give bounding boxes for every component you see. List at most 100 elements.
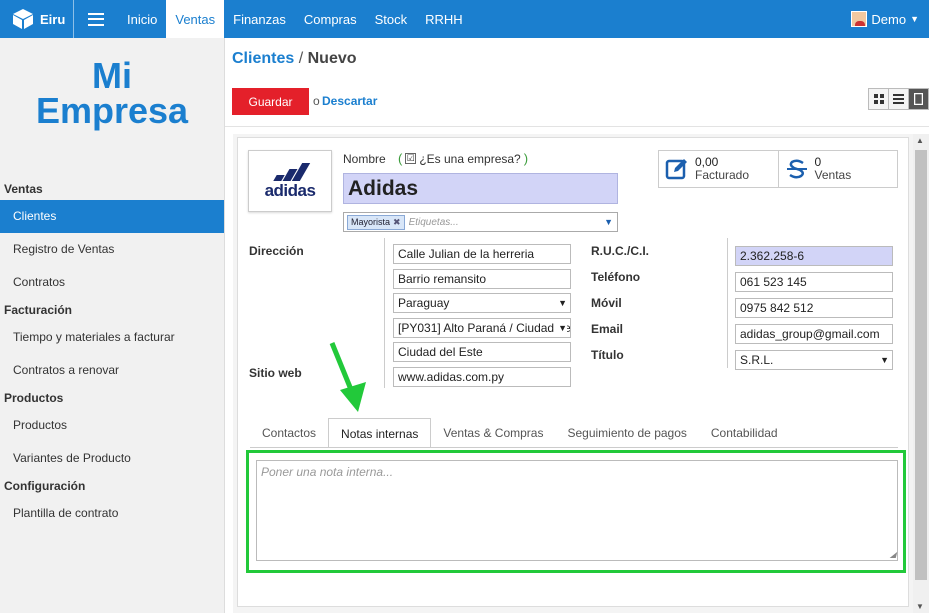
main-content: Clientes / Nuevo Guardar o Descartar adi… xyxy=(225,38,929,613)
sales-label: Ventas xyxy=(814,168,852,182)
tab-seguimiento-pagos[interactable]: Seguimiento de pagos xyxy=(555,418,698,448)
sidebar-section-configuracion: Configuración xyxy=(4,479,86,493)
form-sheet-area: adidas Nombre ( ☑ ¿Es una empresa? ) Adi… xyxy=(233,134,929,613)
paren-open: ( xyxy=(398,151,403,166)
top-navbar: Eiru Inicio Ventas Finanzas Compras Stoc… xyxy=(0,0,929,38)
state-value: [PY031] Alto Paraná / Ciudad del Este xyxy=(398,321,570,335)
invoiced-button[interactable]: 0,00 Facturado xyxy=(659,151,778,187)
sidebar: Mi Empresa Ventas Clientes Registro de V… xyxy=(0,38,225,613)
brand-name: Eiru xyxy=(40,11,66,27)
kanban-view-button[interactable] xyxy=(868,88,889,110)
form-sheet: adidas Nombre ( ☑ ¿Es una empresa? ) Adi… xyxy=(237,137,909,607)
form-view-button[interactable] xyxy=(908,88,929,110)
resize-grip-icon[interactable]: ◢ xyxy=(890,550,896,559)
brand[interactable]: Eiru xyxy=(0,0,74,38)
phone-input[interactable]: 061 523 145 xyxy=(735,272,893,292)
email-label: Email xyxy=(591,322,624,336)
tab-notas-internas[interactable]: Notas internas xyxy=(328,418,432,448)
avatar xyxy=(851,11,868,27)
vertical-scrollbar[interactable]: ▲ ▼ xyxy=(913,134,929,613)
address-divider xyxy=(384,238,385,388)
discard-button[interactable]: Descartar xyxy=(322,94,377,108)
partner-image[interactable]: adidas xyxy=(248,150,332,212)
scrollbar-thumb[interactable] xyxy=(915,150,927,580)
nav-ventas[interactable]: Ventas xyxy=(166,0,225,38)
dollar-icon xyxy=(786,159,807,179)
ruc-input[interactable]: 2.362.258-6 xyxy=(735,246,893,266)
save-button[interactable]: Guardar xyxy=(232,88,309,115)
invoiced-label: Facturado xyxy=(695,168,750,182)
select-arrow-icon: ▼ xyxy=(878,351,889,369)
city-input[interactable]: Ciudad del Este xyxy=(393,342,571,362)
address-label: Dirección xyxy=(249,244,304,258)
nav-finanzas[interactable]: Finanzas xyxy=(224,0,295,38)
is-company-label: ¿Es una empresa? xyxy=(419,151,521,166)
street2-input[interactable]: Barrio remansito xyxy=(393,269,571,289)
email-input[interactable]: adidas_group@gmail.com xyxy=(735,324,893,344)
country-select[interactable]: Paraguay ▼ xyxy=(393,293,571,313)
sidebar-item-contratos[interactable]: Contratos xyxy=(0,266,224,299)
company-logo: Mi Empresa xyxy=(0,38,224,178)
paren-close: ) xyxy=(523,151,529,166)
user-menu[interactable]: Demo ▼ xyxy=(851,0,919,38)
name-label: Nombre xyxy=(343,152,386,166)
internal-note-textarea[interactable]: Poner una nota interna... ◢ xyxy=(256,460,898,561)
sidebar-item-variantes[interactable]: Variantes de Producto xyxy=(0,442,224,475)
nav-inicio[interactable]: Inicio xyxy=(118,0,166,38)
tab-contabilidad[interactable]: Contabilidad xyxy=(699,418,790,448)
nav-rrhh[interactable]: RRHH xyxy=(416,0,472,38)
list-view-button[interactable] xyxy=(888,88,909,110)
tab-ventas-compras[interactable]: Ventas & Compras xyxy=(431,418,555,448)
tags-field[interactable]: Mayorista ✖ Etiquetas... ▼ xyxy=(343,212,618,232)
tag-chip: Mayorista ✖ xyxy=(347,214,405,230)
street-input[interactable]: Calle Julian de la herreria xyxy=(393,244,571,264)
tag-label: Mayorista xyxy=(351,217,391,227)
sales-button[interactable]: 0 Ventas xyxy=(777,151,898,187)
view-switcher xyxy=(868,88,929,110)
title-select[interactable]: S.R.L. ▼ xyxy=(735,350,893,370)
adidas-logo-text: adidas xyxy=(264,181,316,200)
sidebar-item-registro-ventas[interactable]: Registro de Ventas xyxy=(0,233,224,266)
caret-down-icon: ▼ xyxy=(910,14,919,24)
website-input[interactable]: www.adidas.com.py xyxy=(393,367,571,387)
nav-stock[interactable]: Stock xyxy=(366,0,417,38)
title-label: Título xyxy=(591,348,624,362)
sidebar-item-productos[interactable]: Productos xyxy=(0,409,224,442)
form-icon xyxy=(914,93,923,105)
sidebar-item-plantilla[interactable]: Plantilla de contrato xyxy=(0,497,224,530)
phone-label: Teléfono xyxy=(591,270,641,284)
breadcrumb-current: Nuevo xyxy=(307,50,357,67)
tab-contactos[interactable]: Contactos xyxy=(250,418,328,448)
tabs-divider xyxy=(250,447,898,448)
is-company-checkbox[interactable]: ☑ xyxy=(405,153,417,164)
or-text: o xyxy=(313,94,320,108)
state-select[interactable]: [PY031] Alto Paraná / Ciudad del Este ▼ xyxy=(393,318,571,338)
cube-logo-icon xyxy=(13,9,33,29)
tags-placeholder: Etiquetas... xyxy=(408,216,459,228)
mobile-input[interactable]: 0975 842 512 xyxy=(735,298,893,318)
nav-compras[interactable]: Compras xyxy=(295,0,366,38)
select-arrow-icon: ▼ xyxy=(556,319,567,337)
notebook-tabs: Contactos Notas internas Ventas & Compra… xyxy=(250,418,790,448)
smart-buttons: 0,00 Facturado 0 Ventas xyxy=(658,150,898,188)
scroll-up-icon[interactable]: ▲ xyxy=(916,136,924,145)
breadcrumb-parent[interactable]: Clientes xyxy=(232,50,294,67)
sidebar-item-contratos-renovar[interactable]: Contratos a renovar xyxy=(0,354,224,387)
grid-icon xyxy=(873,94,884,104)
hamburger-icon xyxy=(88,12,104,26)
annotation-arrow-icon xyxy=(329,342,366,412)
remove-tag-icon[interactable]: ✖ xyxy=(393,217,401,228)
logo-line-2: Empresa xyxy=(35,90,189,131)
name-input[interactable]: Adidas xyxy=(343,173,618,204)
sidebar-item-clientes[interactable]: Clientes xyxy=(0,200,224,233)
dropdown-arrow-icon[interactable]: ▼ xyxy=(604,217,613,227)
logo-line-1: Mi xyxy=(92,55,132,96)
adidas-logo-icon xyxy=(273,163,311,181)
menu-toggle-button[interactable] xyxy=(74,0,118,38)
sidebar-item-tiempo-materiales[interactable]: Tiempo y materiales a facturar xyxy=(0,321,224,354)
is-company-field[interactable]: ( ☑ ¿Es una empresa? ) xyxy=(395,151,531,166)
scroll-down-icon[interactable]: ▼ xyxy=(916,602,924,611)
country-value: Paraguay xyxy=(398,296,450,310)
sidebar-section-productos: Productos xyxy=(4,391,64,405)
note-placeholder: Poner una nota interna... xyxy=(261,465,394,479)
